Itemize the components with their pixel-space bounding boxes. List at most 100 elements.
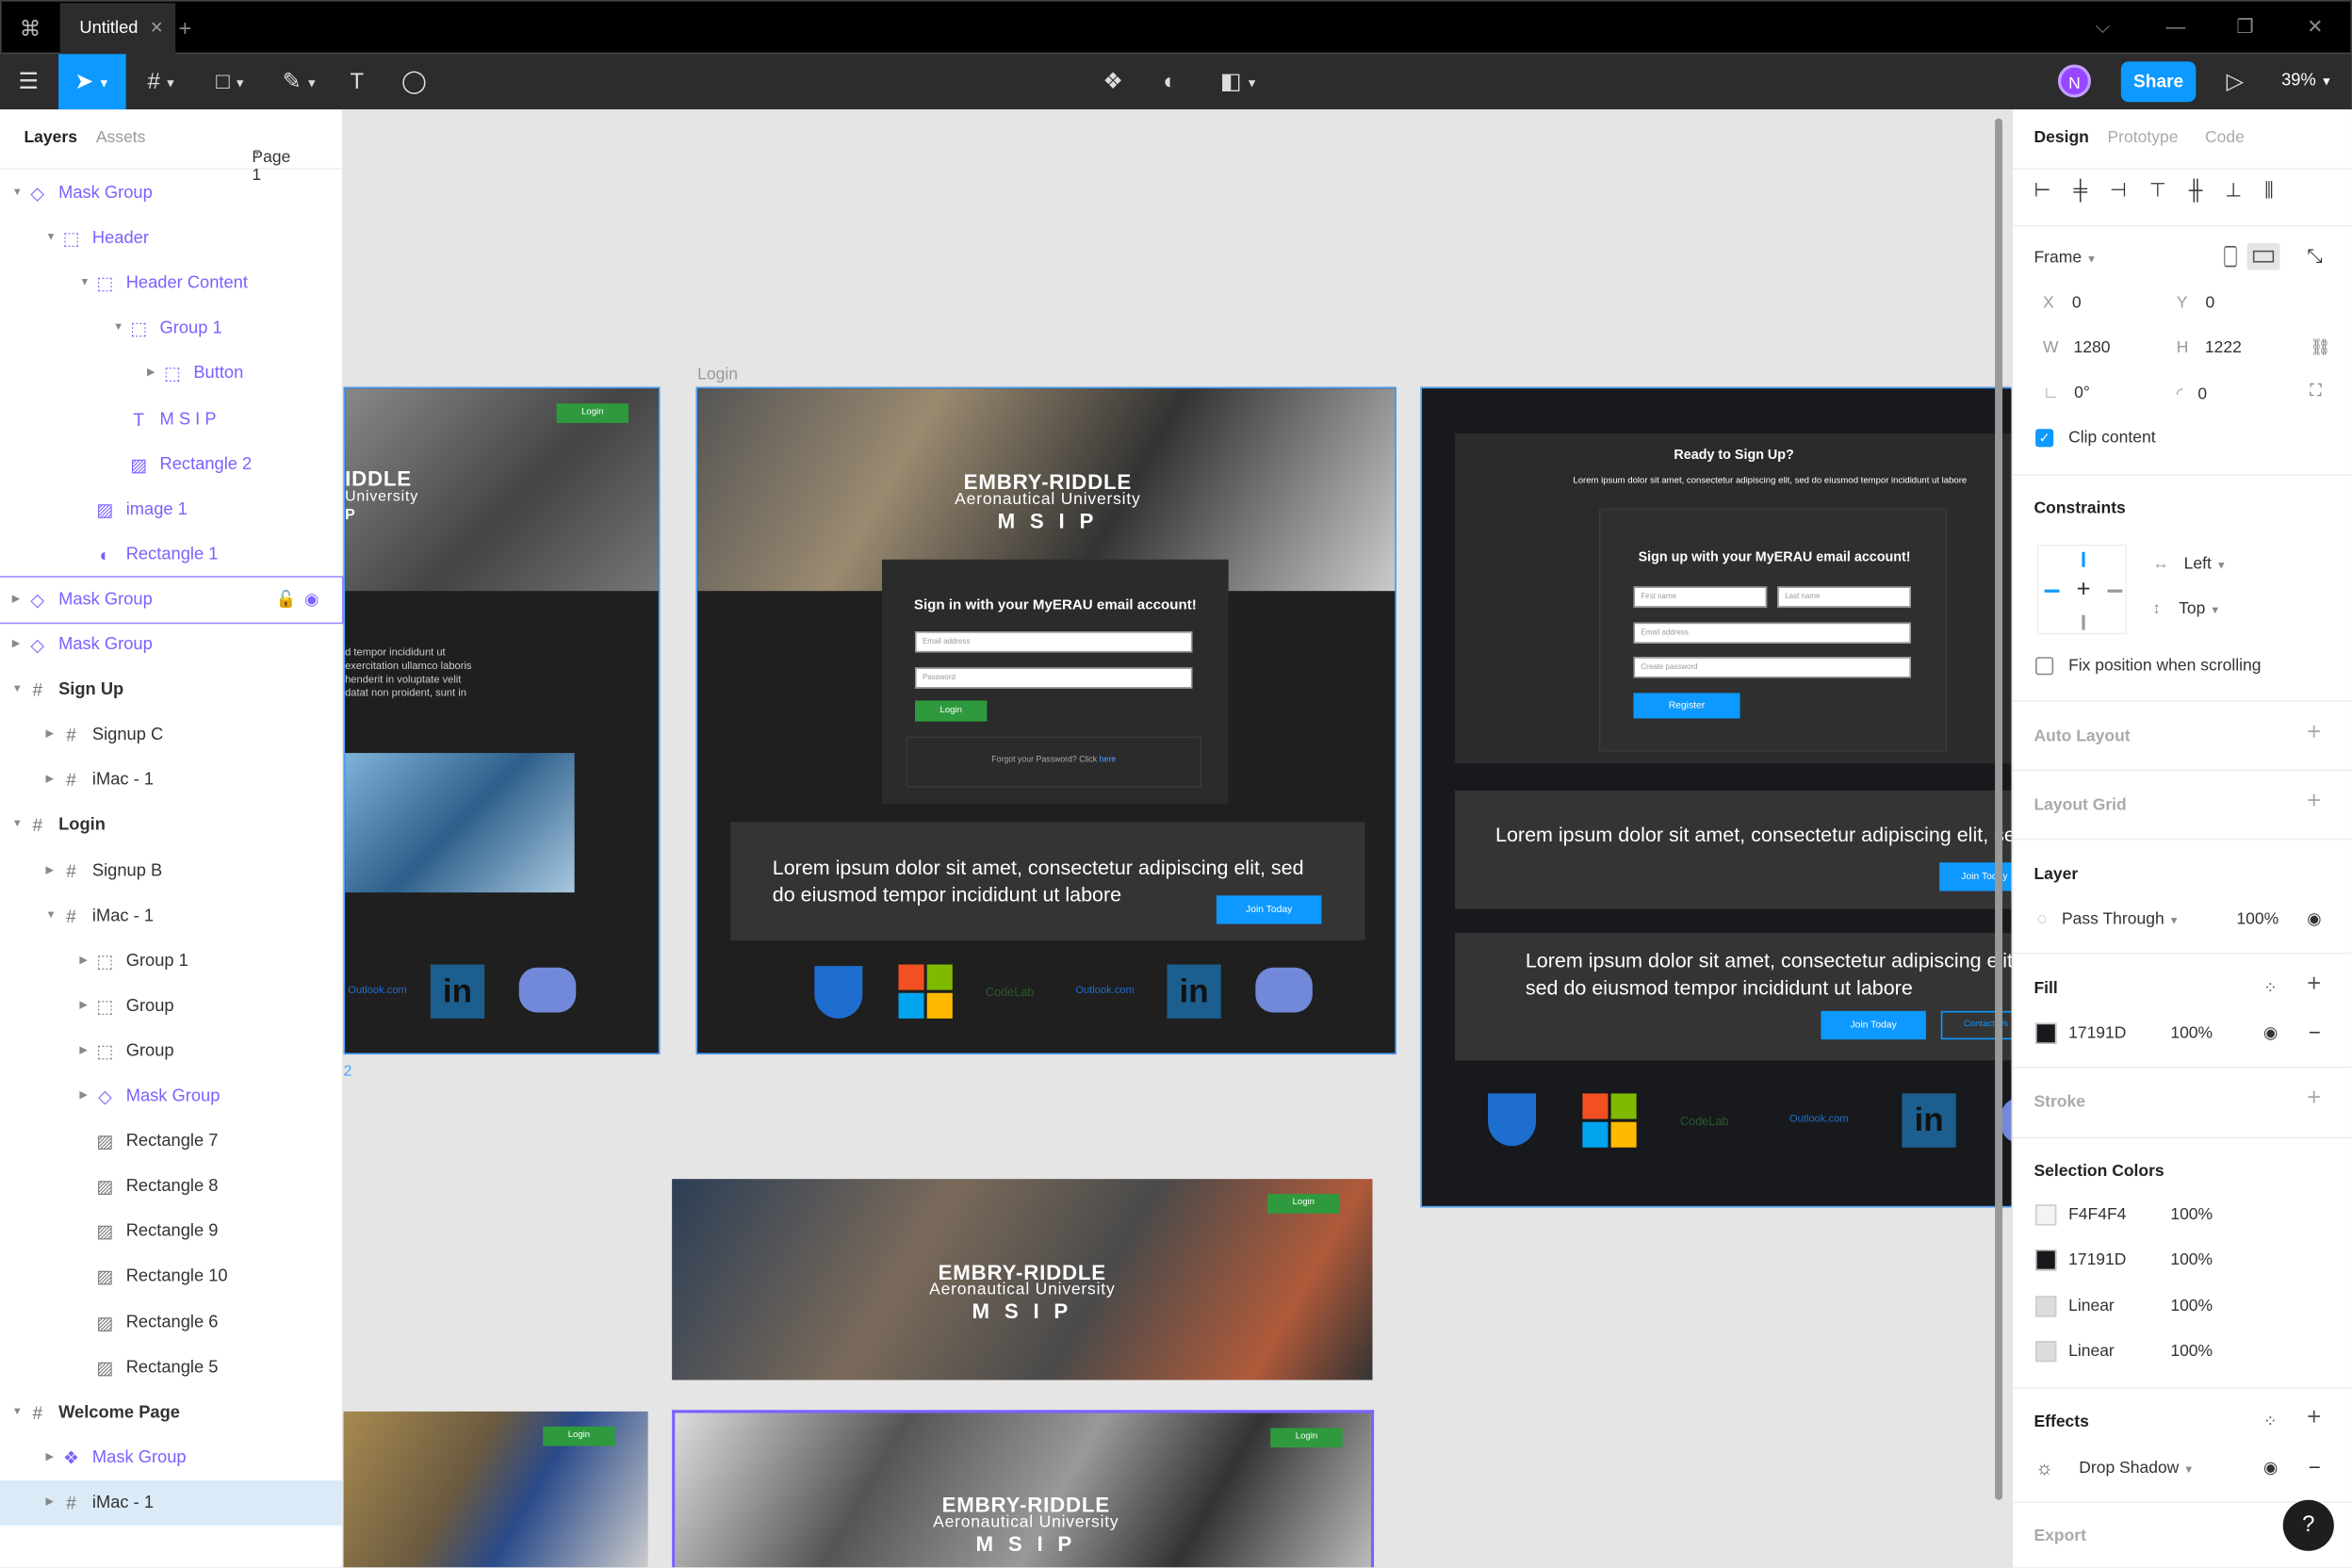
chevron-right-icon[interactable]: ▶ (46, 1480, 55, 1526)
selection-color-opacity[interactable]: 100% (2170, 1206, 2213, 1224)
layer-row[interactable]: ▼ # Login (0, 803, 342, 848)
effect-settings-sun-icon[interactable]: ☼ (2035, 1457, 2053, 1479)
layer-row[interactable]: ▨ Rectangle 8 (0, 1165, 342, 1210)
independent-corners-icon[interactable]: ⛶ (2310, 383, 2321, 402)
minimize-icon[interactable]: — (2166, 15, 2186, 38)
bottom-frame-left[interactable]: Login (343, 1411, 648, 1568)
layer-row[interactable]: ▨ Rectangle 6 (0, 1299, 342, 1345)
selection-color-label[interactable]: F4F4F4 (2068, 1206, 2126, 1224)
login-submit-button[interactable]: Login (914, 700, 988, 722)
chevron-down-icon[interactable]: ⌵ (2096, 15, 2111, 39)
effect-visibility-eye-icon[interactable]: ◉ (2263, 1458, 2278, 1478)
register-button[interactable]: Register (1633, 693, 1740, 719)
constraint-top-bar[interactable] (2082, 551, 2085, 567)
tab-layers[interactable]: Layers (24, 129, 76, 147)
layer-row[interactable]: ▨ Rectangle 9 (0, 1209, 342, 1254)
login-button[interactable]: Login (556, 403, 629, 423)
zoom-dropdown[interactable]: 39% ▼ (2281, 54, 2332, 109)
window-close-icon[interactable]: ✕ (2307, 15, 2323, 39)
file-tab[interactable]: Untitled ✕ (59, 3, 176, 55)
layer-row[interactable]: ▶ ◇ Mask Group (0, 1074, 342, 1119)
mask-icon[interactable]: ◐ (1152, 54, 1188, 109)
tab-prototype[interactable]: Prototype (2107, 129, 2178, 147)
add-effect-icon[interactable]: + (2307, 1406, 2321, 1433)
selection-color-swatch[interactable] (2035, 1250, 2057, 1271)
remove-fill-icon[interactable]: − (2309, 1020, 2321, 1043)
tab-code[interactable]: Code (2205, 129, 2245, 147)
share-button[interactable]: Share (2120, 61, 2197, 103)
add-layout-grid-icon[interactable]: + (2307, 789, 2321, 816)
chevron-down-icon[interactable]: ▼ (12, 668, 23, 713)
layer-row[interactable]: ▨ Rectangle 2 (0, 442, 342, 487)
constraints-widget[interactable]: + (2036, 544, 2128, 635)
chevron-right-icon[interactable]: ▶ (79, 1074, 88, 1119)
chevron-down-icon[interactable]: ▼ (12, 1390, 23, 1435)
radius-field[interactable]: ◜ 0 (2177, 384, 2207, 403)
layer-row[interactable]: ▨ image 1 (0, 487, 342, 532)
effect-styles-icon[interactable]: ⁘ (2263, 1412, 2278, 1430)
chevron-right-icon[interactable]: ▶ (46, 758, 55, 803)
clip-content-checkbox[interactable]: ✓ (2035, 429, 2054, 448)
fill-swatch[interactable] (2035, 1022, 2057, 1044)
layer-row[interactable]: ▶ # iMac - 1 (0, 1479, 342, 1526)
eye-icon[interactable]: ◉ (304, 578, 318, 623)
w-field[interactable]: W 1280 (2043, 339, 2110, 357)
landscape-toggle[interactable] (2246, 242, 2280, 270)
shape-tool-button[interactable]: □ ▼ (201, 54, 261, 109)
align-left-icon[interactable]: ⊢ (2034, 178, 2073, 201)
horizontal-constraint-dropdown[interactable]: ↔ Left ▼ (2152, 555, 2227, 573)
chevron-right-icon[interactable]: ▶ (12, 623, 21, 668)
last-name-field[interactable]: Last name (1777, 586, 1911, 608)
fill-opacity[interactable]: 100% (2170, 1024, 2213, 1042)
layer-row[interactable]: ▶ ⬚ Button (0, 351, 342, 397)
h-field[interactable]: H 1222 (2177, 339, 2242, 357)
component-icon[interactable]: ❖ (1095, 54, 1131, 109)
chevron-right-icon[interactable]: ▶ (12, 578, 21, 623)
forgot-link[interactable]: here (1100, 756, 1117, 765)
eye-icon[interactable]: ◉ (2307, 909, 2321, 928)
selection-color-swatch[interactable] (2035, 1340, 2057, 1363)
constraint-left-bar[interactable] (2044, 589, 2060, 593)
layer-row[interactable]: ▼ # iMac - 1 (0, 893, 342, 939)
layer-row[interactable]: ▶ ⬚ Group 1 (0, 939, 342, 984)
signup-frame[interactable]: Ready to Sign Up? Lorem ipsum dolor sit … (1420, 386, 2012, 1208)
layer-row[interactable]: ▨ Rectangle 10 (0, 1254, 342, 1299)
layer-row[interactable]: ▨ Rectangle 7 (0, 1119, 342, 1165)
unlock-icon[interactable]: 🔓 (276, 578, 297, 623)
create-password-field[interactable]: Create password (1633, 657, 1911, 678)
text-tool-button[interactable]: T (339, 54, 375, 109)
chevron-down-icon[interactable]: ▼ (79, 261, 90, 306)
chevron-down-icon[interactable]: ▼ (12, 803, 23, 848)
layer-row[interactable]: ◐ Rectangle 1 (0, 532, 342, 578)
join-today-button[interactable]: Join Today (1216, 895, 1322, 924)
chevron-right-icon[interactable]: ▶ (79, 984, 88, 1029)
y-field[interactable]: Y0 (2177, 294, 2215, 312)
frame-preset-dropdown[interactable]: Frame ▼ (2034, 249, 2097, 267)
layer-row[interactable]: ▼ ⬚ Header (0, 216, 342, 261)
email-field[interactable]: Email address (914, 631, 1193, 653)
password-field[interactable]: Password (914, 667, 1193, 689)
chevron-down-icon[interactable]: ▼ (113, 306, 123, 351)
layer-row[interactable]: ▨ Rectangle 5 (0, 1345, 342, 1390)
selection-color-opacity[interactable]: 100% (2170, 1251, 2213, 1269)
constraint-right-bar[interactable] (2107, 589, 2123, 593)
chevron-down-icon[interactable]: ▼ (46, 216, 57, 261)
layer-row[interactable]: ▼ ◇ Mask Group (0, 171, 342, 216)
layer-opacity[interactable]: 100% (2236, 910, 2278, 928)
chevron-right-icon[interactable]: ▶ (79, 939, 88, 984)
fill-hex[interactable]: 17191D (2068, 1024, 2126, 1042)
email-field[interactable]: Email address (1633, 622, 1911, 644)
frame-title-login[interactable]: Login (697, 366, 738, 384)
rotation-field[interactable]: ∟ 0° (2043, 384, 2090, 402)
fill-visibility-eye-icon[interactable]: ◉ (2263, 1023, 2278, 1042)
login-frame[interactable]: EMBRY-RIDDLE Aeronautical University M S… (695, 386, 1396, 1055)
canvas[interactable]: IDDLE University P Login d tempor incidi… (343, 109, 2012, 1568)
main-menu-icon[interactable]: ☰ (0, 54, 57, 109)
comment-tool-button[interactable]: ◯ (396, 54, 432, 109)
pen-tool-button[interactable]: ✎ ▼ (270, 54, 331, 109)
layer-row[interactable]: ▼ # Sign Up (0, 668, 342, 713)
welcome-frame-partial[interactable]: IDDLE University P Login d tempor incidi… (343, 386, 661, 1055)
layer-row[interactable]: ▶ ❖ Mask Group (0, 1435, 342, 1480)
remove-effect-icon[interactable]: − (2309, 1455, 2321, 1478)
styles-grid-icon[interactable]: ⁘ (2263, 978, 2278, 997)
